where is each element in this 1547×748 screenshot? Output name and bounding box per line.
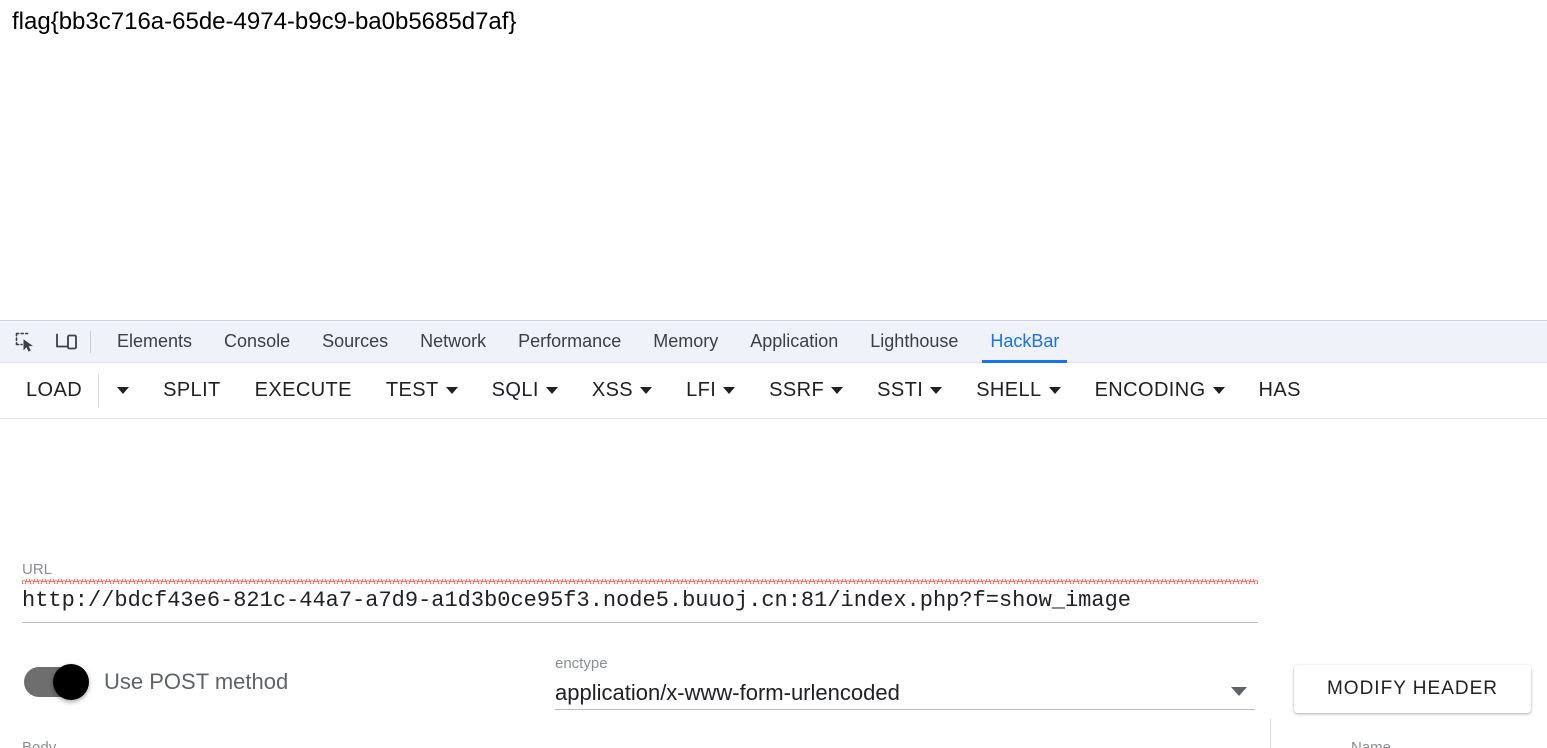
enctype-select[interactable]: application/x-www-form-urlencoded [555, 673, 1255, 710]
use-post-method-row[interactable]: Use POST method [24, 664, 289, 700]
test-menu[interactable]: TEST [386, 379, 458, 402]
browser-page-content: flag{bb3c716a-65de-4974-b9c9-ba0b5685d7a… [0, 0, 1547, 320]
enctype-label: enctype [555, 655, 608, 672]
chevron-down-icon [831, 387, 844, 394]
chevron-down-icon [545, 387, 558, 394]
url-label: URL [22, 561, 53, 578]
tab-label: Network [420, 331, 487, 351]
hackbar-toolbar: LOAD SPLIT EXECUTE TEST SQLI XSS LFI SSR… [0, 363, 1547, 419]
use-post-method-label: Use POST method [104, 669, 289, 694]
tab-label: Elements [117, 331, 193, 351]
split-label: SPLIT [163, 379, 221, 401]
tab-label: Performance [518, 331, 622, 351]
url-input[interactable]: http://bdcf43e6-821c-44a7-a7d9-a1d3b0ce9… [22, 579, 1258, 623]
enctype-field-group: enctype application/x-www-form-urlencode… [555, 655, 1255, 710]
url-value: http://bdcf43e6-821c-44a7-a7d9-a1d3b0ce9… [22, 579, 1258, 622]
devtools-panel: Elements Console Sources Network Perform… [0, 320, 1547, 748]
enctype-value-wrap: application/x-www-form-urlencoded [555, 673, 1255, 709]
devtools-tabstrip: Elements Console Sources Network Perform… [0, 321, 1547, 363]
tab-network[interactable]: Network [404, 321, 502, 363]
tab-label: Lighthouse [870, 331, 959, 351]
ssrf-menu[interactable]: SSRF [769, 379, 844, 402]
ssrf-label: SSRF [769, 379, 825, 401]
use-post-method-toggle[interactable] [24, 664, 89, 700]
panel-divider [1270, 719, 1271, 748]
toolbar-divider [90, 330, 91, 353]
inspect-element-icon[interactable] [8, 327, 42, 357]
execute-label: EXECUTE [254, 379, 352, 401]
header-row: Name Upgrade-Insec [1303, 739, 1547, 748]
screen: flag{bb3c716a-65de-4974-b9c9-ba0b5685d7a… [0, 0, 1547, 748]
tab-application[interactable]: Application [734, 321, 854, 363]
shell-label: SHELL [976, 379, 1042, 401]
tab-label: HackBar [990, 331, 1060, 351]
header-name-field: Name Upgrade-Insec [1351, 739, 1547, 748]
load-button[interactable]: LOAD [26, 379, 82, 402]
chevron-down-icon [117, 387, 130, 394]
chevron-down-icon [1212, 387, 1225, 394]
tab-label: Sources [322, 331, 389, 351]
tab-label: Application [750, 331, 839, 351]
shell-menu[interactable]: SHELL [976, 379, 1061, 402]
hashing-label: HAS [1258, 379, 1301, 401]
xss-menu[interactable]: XSS [591, 379, 653, 402]
tab-performance[interactable]: Performance [502, 321, 637, 363]
lfi-label: LFI [686, 379, 717, 401]
tab-sources[interactable]: Sources [306, 321, 404, 363]
tab-lighthouse[interactable]: Lighthouse [854, 321, 974, 363]
devtools-tabs: Elements Console Sources Network Perform… [101, 321, 1075, 363]
xss-label: XSS [591, 379, 634, 401]
execute-button[interactable]: EXECUTE [255, 379, 352, 402]
hashing-menu[interactable]: HAS [1259, 379, 1301, 402]
device-toolbar-icon[interactable] [50, 327, 84, 357]
chevron-down-icon [723, 387, 736, 394]
hackbar-form: URL http://bdcf43e6-821c-44a7-a7d9-a1d3b… [0, 419, 1547, 748]
encoding-label: ENCODING [1094, 379, 1206, 401]
url-field-group: URL http://bdcf43e6-821c-44a7-a7d9-a1d3b… [22, 561, 1258, 623]
split-button[interactable]: SPLIT [163, 379, 221, 402]
body-label: Body [22, 739, 57, 748]
tab-hackbar[interactable]: HackBar [974, 321, 1075, 363]
flag-text: flag{bb3c716a-65de-4974-b9c9-ba0b5685d7a… [12, 8, 517, 35]
chevron-down-icon [1048, 387, 1061, 394]
tab-elements[interactable]: Elements [101, 321, 208, 363]
encoding-menu[interactable]: ENCODING [1095, 379, 1225, 402]
modify-header-label: MODIFY HEADER [1326, 678, 1498, 699]
chevron-down-icon [930, 387, 943, 394]
toggle-knob [53, 664, 89, 700]
body-field-group: Body _SESSION[user]=flagflagflagflagflag… [22, 739, 1258, 748]
tab-memory[interactable]: Memory [637, 321, 734, 363]
sqli-label: SQLI [491, 379, 539, 401]
chevron-down-icon [445, 387, 458, 394]
chevron-down-icon [640, 387, 653, 394]
chevron-down-icon [1231, 687, 1247, 696]
sqli-menu[interactable]: SQLI [492, 379, 558, 402]
header-name-label: Name [1351, 739, 1392, 748]
tab-label: Memory [653, 331, 719, 351]
load-label: LOAD [26, 379, 83, 401]
load-dropdown-button[interactable] [117, 387, 130, 394]
load-divider [98, 373, 100, 408]
modify-header-button[interactable]: MODIFY HEADER [1294, 665, 1531, 713]
lfi-menu[interactable]: LFI [686, 379, 736, 402]
tab-console[interactable]: Console [208, 321, 306, 363]
test-label: TEST [385, 379, 439, 401]
ssti-menu[interactable]: SSTI [877, 379, 943, 402]
ssti-label: SSTI [877, 379, 924, 401]
enctype-value: application/x-www-form-urlencoded [555, 680, 900, 705]
tab-label: Console [224, 331, 291, 351]
